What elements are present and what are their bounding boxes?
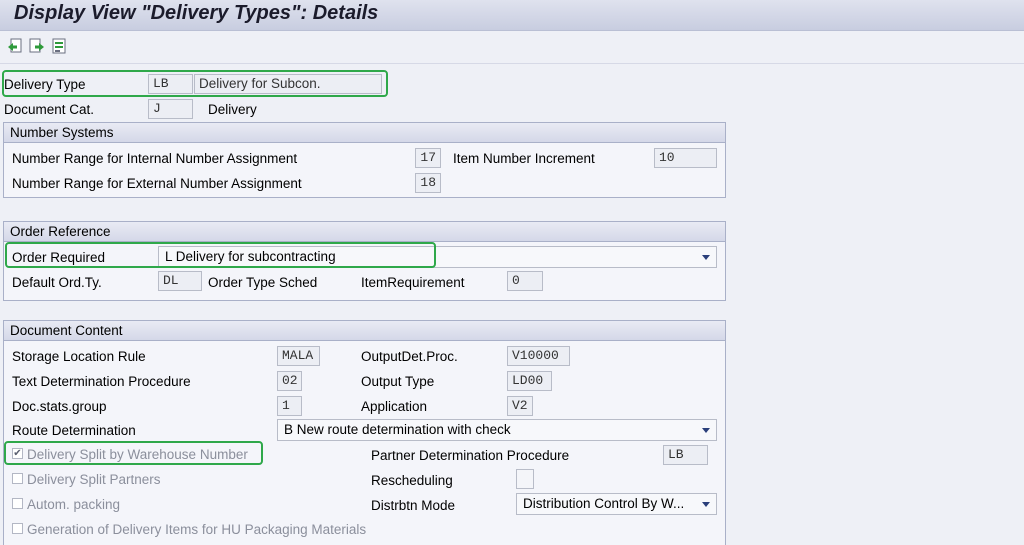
item-number-increment-label: Item Number Increment [453, 151, 595, 166]
external-number-range-field[interactable]: 18 [415, 173, 441, 193]
generation-hu-items-checkbox[interactable] [12, 523, 23, 534]
item-requirement-field[interactable]: 0 [507, 271, 543, 291]
other-entry-icon[interactable] [50, 37, 68, 55]
toolbar [0, 31, 1024, 64]
text-determination-field[interactable]: 02 [277, 371, 302, 391]
rescheduling-field[interactable] [516, 469, 534, 489]
chevron-down-icon[interactable] [702, 255, 710, 260]
delivery-split-partners-checkbox[interactable] [12, 473, 23, 484]
storage-location-rule-field[interactable]: MALA [277, 346, 320, 366]
application-label: Application [361, 399, 428, 414]
output-type-field[interactable]: LD00 [507, 371, 552, 391]
output-det-proc-field[interactable]: V10000 [507, 346, 570, 366]
highlight-box [2, 70, 388, 97]
distrbtn-mode-label: Distrbtn Mode [371, 498, 456, 513]
autom-packing-checkbox[interactable] [12, 498, 23, 509]
document-cat-description: Delivery [208, 102, 257, 117]
item-number-increment-field[interactable]: 10 [654, 148, 717, 168]
doc-stats-group-label: Doc.stats.group [12, 399, 107, 414]
autom-packing-label: Autom. packing [27, 497, 121, 512]
order-reference-title: Order Reference [4, 222, 725, 242]
partner-determination-label: Partner Determination Procedure [371, 448, 570, 463]
internal-number-range-label: Number Range for Internal Number Assignm… [12, 151, 298, 166]
internal-number-range-field[interactable]: 17 [415, 148, 441, 168]
text-determination-label: Text Determination Procedure [12, 374, 191, 389]
doc-stats-group-field[interactable]: 1 [277, 396, 302, 416]
default-order-type-field[interactable]: DL [158, 271, 202, 291]
document-content-title: Document Content [4, 321, 725, 341]
page-title: Display View "Delivery Types": Details [14, 2, 379, 24]
highlight-box [4, 441, 263, 465]
delivery-split-partners-label: Delivery Split Partners [27, 472, 161, 487]
output-type-label: Output Type [361, 374, 435, 389]
external-number-range-label: Number Range for External Number Assignm… [12, 176, 302, 191]
route-determination-dropdown[interactable]: B New route determination with check [277, 419, 717, 441]
partner-determination-field[interactable]: LB [663, 445, 708, 465]
application-field[interactable]: V2 [507, 396, 533, 416]
distrbtn-mode-value: Distribution Control By W... [523, 496, 685, 511]
storage-location-rule-label: Storage Location Rule [12, 349, 146, 364]
highlight-box [5, 242, 436, 268]
previous-entry-icon[interactable] [6, 37, 24, 55]
rescheduling-label: Rescheduling [371, 473, 453, 488]
document-cat-field[interactable]: J [148, 99, 193, 119]
output-det-proc-label: OutputDet.Proc. [361, 349, 458, 364]
order-type-sched-label: Order Type Sched [208, 275, 318, 290]
route-determination-value: B New route determination with check [284, 422, 511, 437]
document-cat-label: Document Cat. [4, 102, 95, 117]
item-requirement-label: ItemRequirement [361, 275, 465, 290]
chevron-down-icon[interactable] [702, 428, 710, 433]
distrbtn-mode-dropdown[interactable]: Distribution Control By W... [516, 493, 717, 515]
number-systems-title: Number Systems [4, 123, 725, 143]
next-entry-icon[interactable] [28, 37, 46, 55]
title-bar: Display View "Delivery Types": Details [0, 0, 1024, 31]
generation-hu-items-label: Generation of Delivery Items for HU Pack… [27, 522, 367, 537]
default-order-type-label: Default Ord.Ty. [12, 275, 102, 290]
route-determination-label: Route Determination [12, 423, 136, 438]
chevron-down-icon[interactable] [702, 502, 710, 507]
